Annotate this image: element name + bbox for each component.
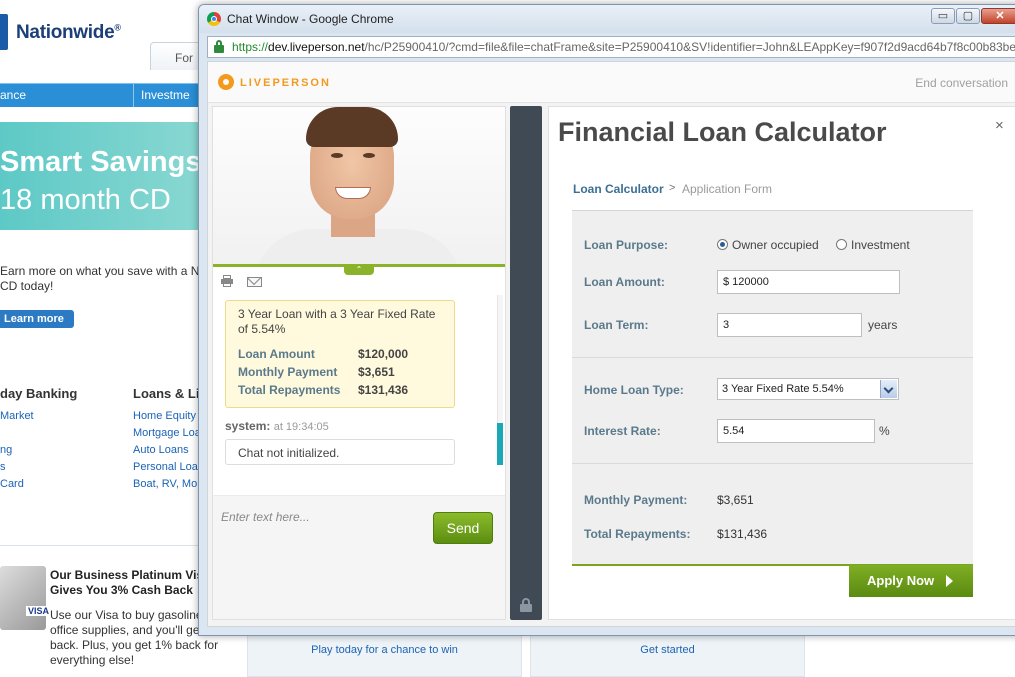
link-play-today[interactable]: Play today for a chance to win <box>311 644 458 656</box>
liveperson-frame: LIVEPERSON End conversation ⌃ 3 Year Loa… <box>207 61 1015 627</box>
system-message-header: system: at 19:34:05 <box>225 419 329 433</box>
monthly-payment-label: Monthly Payment: <box>584 493 688 507</box>
lock-icon <box>214 40 224 53</box>
loans-heading: Loans & Lin <box>133 386 208 401</box>
apply-now-button[interactable]: Apply Now <box>849 565 973 597</box>
visa-logo: VISA <box>26 606 52 616</box>
loan-summary-message: 3 Year Loan with a 3 Year Fixed Rate of … <box>225 300 455 408</box>
owner-occupied-radio[interactable] <box>717 239 728 250</box>
loan-term-input[interactable]: 3 <box>717 313 862 337</box>
minimize-button[interactable]: ▭ <box>931 8 955 24</box>
summary-value: $131,436 <box>358 383 409 397</box>
system-message: Chat not initialized. <box>225 439 455 465</box>
nav-item-investments[interactable]: Investme <box>141 88 190 102</box>
liveperson-logo: LIVEPERSON <box>240 77 331 89</box>
home-loan-type-select[interactable]: 3 Year Fixed Rate 5.54% <box>717 378 899 400</box>
agent-photo <box>213 107 505 265</box>
message-title: 3 Year Loan with a 3 Year Fixed Rate of … <box>238 307 436 336</box>
close-icon[interactable]: × <box>995 117 1004 134</box>
window-title: Chat Window - Google Chrome <box>227 12 394 26</box>
link-boat-rv[interactable]: Boat, RV, Mo <box>133 478 197 490</box>
summary-label: Monthly Payment <box>238 365 338 379</box>
link-card[interactable]: Card <box>0 478 24 490</box>
loan-term-label: Loan Term: <box>584 318 649 332</box>
title-bar[interactable]: Chat Window - Google Chrome ▭ ▢ ✕ <box>199 5 1015 33</box>
chat-scrollbar-thumb[interactable] <box>497 423 503 465</box>
link-accounts[interactable]: s <box>0 461 6 473</box>
loan-purpose-label: Loan Purpose: <box>584 238 669 252</box>
summary-label: Total Repayments <box>238 383 341 397</box>
email-icon[interactable] <box>247 277 262 287</box>
collapse-photo-button[interactable]: ⌃ <box>344 265 374 275</box>
url-text[interactable]: https://dev.liveperson.net/hc/P25900410/… <box>232 40 1015 54</box>
summary-label: Loan Amount <box>238 347 315 361</box>
investment-label[interactable]: Investment <box>851 238 910 252</box>
section-divider <box>0 545 210 546</box>
owner-occupied-label[interactable]: Owner occupied <box>732 238 819 252</box>
lock-icon <box>520 598 532 612</box>
send-button[interactable]: Send <box>433 512 493 544</box>
link-home-equity[interactable]: Home Equity <box>133 410 196 422</box>
chat-input[interactable] <box>221 506 421 528</box>
loan-term-unit: years <box>868 318 898 332</box>
investment-radio[interactable] <box>836 239 847 250</box>
total-repayments-label: Total Repayments: <box>584 527 691 541</box>
summary-value: $3,651 <box>358 365 395 379</box>
liveperson-header: LIVEPERSON End conversation <box>208 62 1015 103</box>
end-conversation-link[interactable]: End conversation <box>915 76 1008 90</box>
calculator-form: Loan Purpose: Owner occupied Investment … <box>572 210 973 566</box>
interest-rate-label: Interest Rate: <box>584 424 661 438</box>
link-personal-loans[interactable]: Personal Loa <box>133 461 198 473</box>
calculator-title: Financial Loan Calculator <box>558 117 887 147</box>
panel-divider <box>510 106 542 620</box>
arrow-right-icon <box>946 575 953 587</box>
hero-body: Earn more on what you save with a N CD t… <box>0 264 200 293</box>
chevron-down-icon <box>883 383 894 394</box>
link-banking[interactable]: ng <box>0 444 12 456</box>
total-repayments-value: $131,436 <box>717 527 768 541</box>
nav-divider <box>133 84 134 107</box>
message-timestamp: at 19:34:05 <box>273 421 329 433</box>
credit-card-image <box>0 566 46 630</box>
loan-calculator-panel: Financial Loan Calculator × Loan Calcula… <box>548 106 1015 620</box>
chat-window: Chat Window - Google Chrome ▭ ▢ ✕ https:… <box>198 4 1015 636</box>
everyday-banking-heading: day Banking <box>0 386 78 401</box>
form-divider <box>572 463 973 464</box>
chat-panel: ⌃ 3 Year Loan with a 3 Year Fixed Rate o… <box>212 106 506 620</box>
print-icon[interactable] <box>221 275 233 287</box>
nav-item-insurance[interactable]: ance <box>0 88 26 102</box>
promo-title[interactable]: Our Business Platinum Visa Gives You 3% … <box>50 568 210 598</box>
link-money-market[interactable]: Market <box>0 410 34 422</box>
liveperson-logo-icon <box>218 74 234 90</box>
interest-rate-unit: % <box>879 424 890 438</box>
address-bar[interactable]: https://dev.liveperson.net/hc/P25900410/… <box>207 36 1015 58</box>
close-window-button[interactable]: ✕ <box>981 8 1015 24</box>
breadcrumb-loan-calculator[interactable]: Loan Calculator <box>573 182 664 196</box>
chat-input-area: Send <box>213 495 505 619</box>
main-nav: ance Investme <box>0 83 210 107</box>
summary-value: $120,000 <box>358 347 409 361</box>
breadcrumb-separator: > <box>669 182 676 194</box>
dropdown-button[interactable] <box>880 380 897 398</box>
learn-more-button[interactable]: Learn more <box>0 310 74 328</box>
link-mortgage-loans[interactable]: Mortgage Loa <box>133 427 201 439</box>
breadcrumb-application-form[interactable]: Application Form <box>682 182 772 196</box>
monthly-payment-value: $3,651 <box>717 493 754 507</box>
home-loan-type-label: Home Loan Type: <box>584 383 684 397</box>
loan-amount-input[interactable]: $ 120000 <box>717 270 900 294</box>
nationwide-logo[interactable]: Nationwide® <box>16 22 121 44</box>
loan-amount-label: Loan Amount: <box>584 275 665 289</box>
interest-rate-input[interactable]: 5.54 <box>717 419 875 443</box>
chrome-icon <box>207 12 221 26</box>
link-get-started[interactable]: Get started <box>640 644 694 656</box>
link-auto-loans[interactable]: Auto Loans <box>133 444 189 456</box>
nationwide-logo-icon <box>0 14 8 50</box>
hero-subtitle: 18 month CD <box>0 184 171 216</box>
hero-title: Smart Savings <box>0 146 202 178</box>
maximize-button[interactable]: ▢ <box>956 8 980 24</box>
form-divider <box>572 357 973 358</box>
